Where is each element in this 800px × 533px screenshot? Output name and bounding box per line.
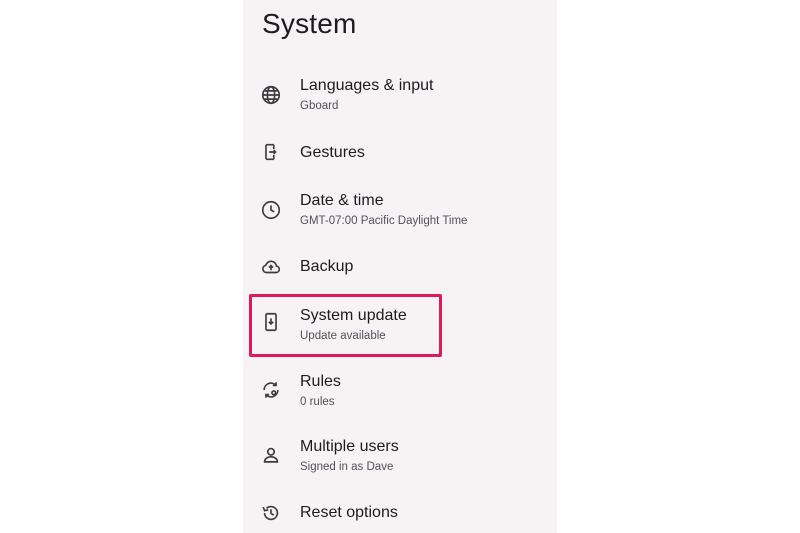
- settings-item-label: Languages & input: [300, 77, 434, 94]
- settings-item-reset-options[interactable]: Reset options: [243, 499, 557, 533]
- settings-item-subtitle: Update available: [300, 330, 386, 342]
- settings-item-subtitle: Gboard: [300, 100, 339, 112]
- rules-icon: [260, 379, 282, 401]
- settings-item-languages-input[interactable]: Languages & input Gboard: [243, 72, 557, 128]
- cloud-upload-icon: [260, 256, 282, 278]
- settings-screen: System Languages & input Gboard Gestures: [243, 0, 557, 533]
- settings-item-label: Reset options: [300, 504, 398, 521]
- phone-gesture-icon: [260, 141, 282, 163]
- settings-item-rules[interactable]: Rules 0 rules: [243, 368, 557, 424]
- settings-item-gestures[interactable]: Gestures: [243, 138, 557, 194]
- settings-item-label: System update: [300, 307, 407, 324]
- system-update-icon: [260, 311, 282, 333]
- settings-item-label: Backup: [300, 258, 354, 275]
- page-title: System: [262, 8, 357, 39]
- settings-item-label: Date & time: [300, 192, 384, 209]
- settings-item-backup[interactable]: Backup: [243, 253, 557, 309]
- settings-item-label: Rules: [300, 373, 341, 390]
- settings-item-subtitle: GMT-07:00 Pacific Daylight Time: [300, 215, 468, 227]
- settings-item-subtitle: Signed in as Dave: [300, 461, 394, 473]
- settings-item-system-update[interactable]: System update Update available: [243, 302, 557, 358]
- clock-icon: [260, 199, 282, 221]
- settings-item-multiple-users[interactable]: Multiple users Signed in as Dave: [243, 433, 557, 489]
- settings-item-label: Gestures: [300, 144, 365, 161]
- settings-item-subtitle: 0 rules: [300, 396, 335, 408]
- settings-item-date-time[interactable]: Date & time GMT-07:00 Pacific Daylight T…: [243, 187, 557, 243]
- globe-icon: [260, 84, 282, 106]
- settings-item-label: Multiple users: [300, 438, 399, 455]
- history-icon: [260, 502, 282, 524]
- person-icon: [260, 444, 282, 466]
